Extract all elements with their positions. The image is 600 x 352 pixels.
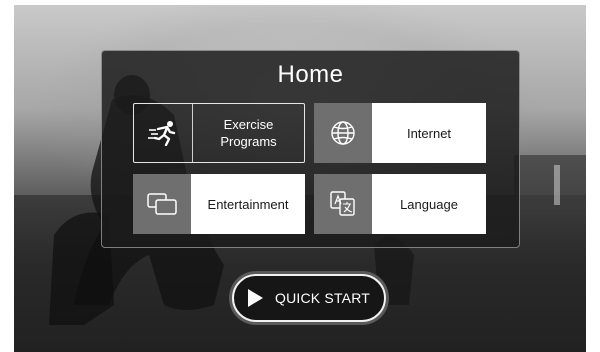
home-panel: Home Exercise Programs Internet Entertai… [101, 50, 520, 248]
tile-label: Internet [372, 103, 486, 163]
globe-icon [314, 103, 372, 163]
panel-title: Home [277, 61, 344, 88]
tile-label: Language [372, 174, 486, 234]
quick-start-label: QUICK START [274, 290, 371, 306]
translate-icon [314, 174, 372, 234]
tile-label: Entertainment [191, 174, 305, 234]
play-icon [247, 289, 263, 307]
treadmill-screen: Home Exercise Programs Internet Entertai… [14, 5, 586, 352]
tile-internet[interactable]: Internet [314, 103, 486, 163]
tile-language[interactable]: Language [314, 174, 486, 234]
tile-label: Exercise Programs [192, 104, 304, 162]
running-person-icon [134, 104, 192, 162]
tile-exercise-programs[interactable]: Exercise Programs [133, 103, 305, 163]
quick-start-button[interactable]: QUICK START [232, 274, 386, 322]
tile-entertainment[interactable]: Entertainment [133, 174, 305, 234]
screens-icon [133, 174, 191, 234]
